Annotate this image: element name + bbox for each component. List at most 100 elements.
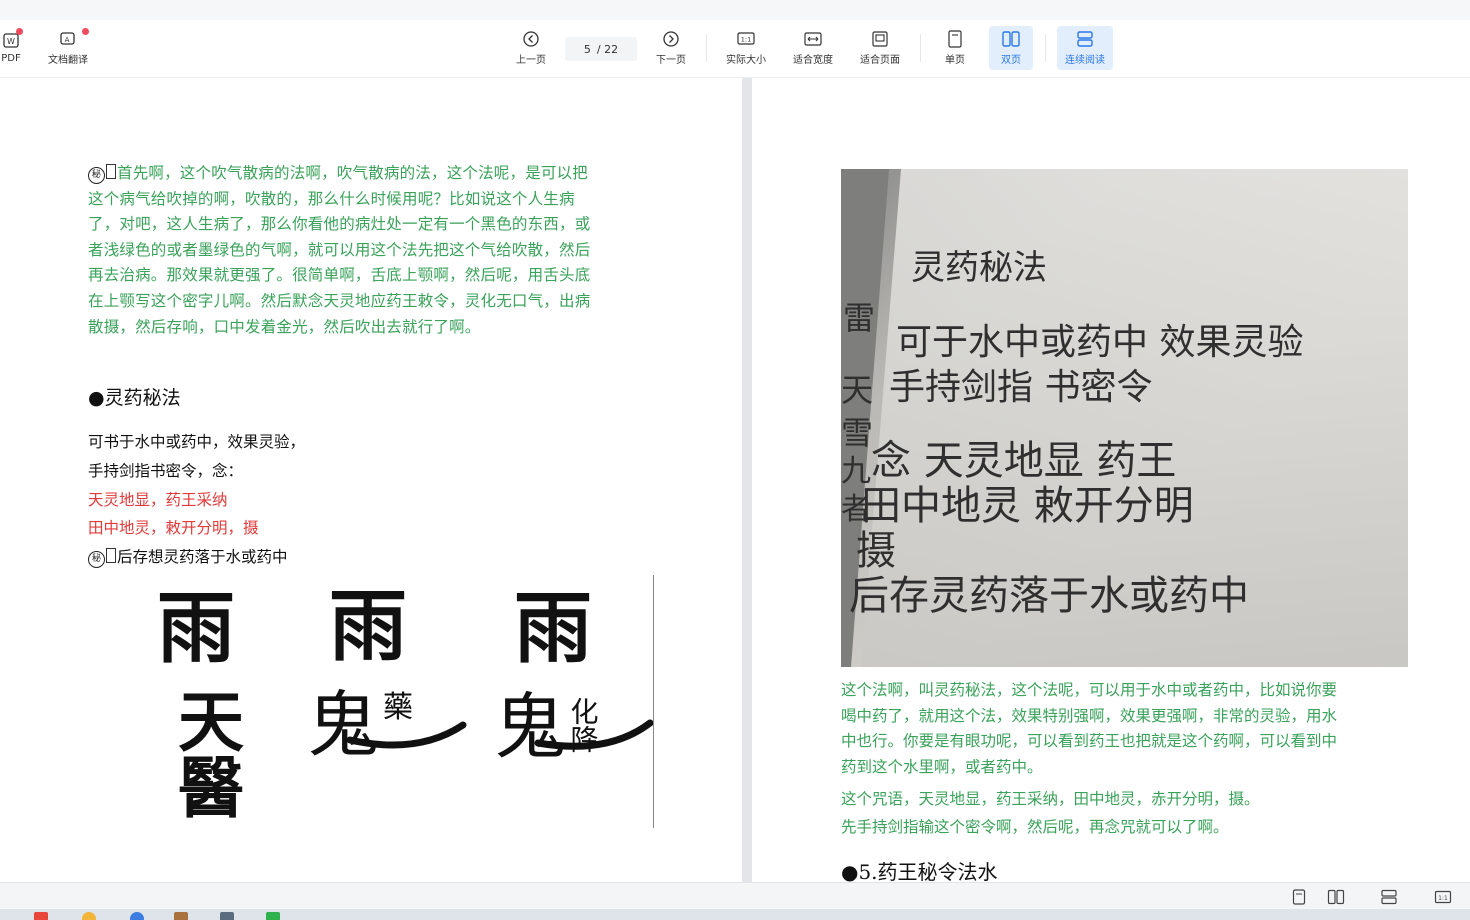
spell-line: 手持剑指书密令，念： [88, 461, 244, 480]
app-icon[interactable] [220, 912, 234, 920]
app-icon[interactable] [34, 912, 48, 920]
page-indicator[interactable]: 5 / 22 [565, 37, 637, 61]
double-page-icon[interactable] [1327, 888, 1345, 906]
toolbar-divider [706, 34, 707, 62]
single-page-label: 单页 [945, 55, 965, 66]
actual-size-label: 实际大小 [726, 55, 766, 66]
translate-icon: A [59, 30, 77, 48]
continuous-icon[interactable] [1380, 888, 1398, 906]
next-page-button[interactable]: 下一页 [648, 26, 694, 70]
single-page-button[interactable]: 单页 [933, 26, 977, 70]
photo-edge-char: 天 [841, 371, 873, 409]
page-gutter [742, 78, 752, 882]
photo-line: 灵药秘法 [911, 248, 1047, 288]
app-icon[interactable] [82, 912, 96, 920]
fit-page-icon [870, 30, 890, 48]
svg-text:1:1: 1:1 [1438, 895, 1448, 902]
explanation-paragraph: 这个法啊，叫灵药秘法，这个法呢，可以用于水中或者药中，比如说你要 喝中药了，就用… [841, 678, 1411, 780]
toolbar-divider [920, 34, 921, 62]
glyph-bottom: 天醫 [167, 687, 245, 819]
intro-paragraph: 秘首先啊，这个吹气散病的法啊，吹气散病的法，这个法呢，是可以把 这个病气给吹掉的… [88, 161, 653, 340]
section-heading: ●灵药秘法 [88, 387, 181, 409]
incantation-note: 这个咒语，天灵地显，药王采纳，田中地灵，赤开分明，摄。 [841, 790, 1260, 808]
intro-line: 散摄，然后存响，口中发着金光，然后吹出去就行了啊。 [88, 317, 481, 336]
instruction-note: 先手持剑指输这个密令啊，然后呢，再念咒就可以了啊。 [841, 818, 1229, 836]
doc-translate-label: 文档翻译 [48, 55, 88, 66]
total-pages: / 22 [596, 42, 619, 56]
svg-text:A: A [65, 36, 70, 44]
glyph-top: 雨 [157, 583, 235, 674]
svg-text:1:1: 1:1 [741, 36, 751, 44]
handwritten-note-photo: 灵药秘法 可于水中或药中 效果灵验 手持剑指 书密令 念 天灵地显 药王 田中地… [841, 169, 1408, 667]
spell-lines: 可书于水中或药中，效果灵验， 手持剑指书密令，念： 天灵地显，药王采纳 田中地灵… [88, 428, 305, 572]
prev-page-button[interactable]: 上一页 [508, 26, 554, 70]
missing-glyph-box [106, 548, 116, 564]
intro-line: 这个病气给吹掉的啊，吹散的，那么什么时候用呢？比如说这个人生病 [88, 189, 575, 208]
double-page-icon [1001, 30, 1021, 48]
document-page-left: 秘首先啊，这个吹气散病的法啊，吹气散病的法，这个法呢，是可以把 这个病气给吹掉的… [0, 78, 742, 882]
fit-width-icon [803, 30, 823, 48]
current-page-number[interactable]: 5 [584, 43, 591, 56]
actual-size-button[interactable]: 1:1 实际大小 [718, 26, 774, 70]
intro-line: 者浅绿色的或者墨绿色的气啊，就可以用这个法先把这个气给吹散，然后 [88, 240, 591, 259]
seal-icon: 秘 [88, 551, 105, 569]
photo-edge-char: 雪 [841, 414, 873, 452]
photo-line: 可于水中或药中 效果灵验 [896, 322, 1303, 363]
photo-line: 摄 [856, 528, 896, 574]
notification-badge [16, 28, 23, 35]
notification-badge [82, 28, 89, 35]
fit-width-button[interactable]: 适合宽度 [785, 26, 841, 70]
incantation-line: 田中地灵，敕开分明，摄 [88, 519, 259, 538]
section-heading: ●5.药王秘令法水 [841, 860, 998, 882]
app-icon[interactable] [266, 912, 280, 920]
photo-line: 手持剑指 书密令 [889, 367, 1152, 408]
continuous-read-label: 连续阅读 [1065, 55, 1105, 66]
reader-status-bar: 1:1 [0, 882, 1470, 910]
window-top-strip [0, 0, 1470, 20]
intro-line: 秘首先啊，这个吹气散病的法啊，吹气散病的法，这个法呢，是可以把 [88, 161, 653, 187]
toolbar-divider [1045, 34, 1046, 62]
seal-icon: 秘 [88, 167, 105, 184]
os-taskbar [0, 909, 1470, 920]
fit-width-label: 适合宽度 [793, 55, 833, 66]
photo-edge-char: 九 [841, 454, 871, 489]
intro-line: 再去治病。那效果就更强了。很简单啊，舌底上颚啊，然后呢，用舌头底 [88, 266, 591, 285]
continuous-icon [1075, 30, 1095, 48]
photo-line: 念 天灵地显 药王 [871, 438, 1176, 484]
app-icon[interactable] [130, 912, 144, 920]
fit-page-button[interactable]: 适合页面 [852, 26, 908, 70]
photo-line: 后存灵药落于水或药中 [849, 573, 1249, 619]
actual-size-icon: 1:1 [736, 30, 756, 48]
double-page-button[interactable]: 双页 [989, 26, 1033, 70]
photo-edge-char: 雷 [843, 299, 875, 337]
missing-glyph-box [106, 164, 116, 179]
glyph-top: 雨 [329, 581, 407, 672]
chevron-left-circle-icon [522, 30, 540, 48]
spell-line: 可书于水中或药中，效果灵验， [88, 433, 306, 451]
app-icon[interactable] [174, 912, 188, 920]
image-border [653, 575, 654, 828]
photo-line: 田中地灵 敕开分明 [861, 483, 1194, 529]
glyph-top: 雨 [514, 583, 592, 674]
next-page-label: 下一页 [656, 55, 686, 66]
actual-size-icon[interactable]: 1:1 [1434, 888, 1452, 906]
single-page-icon[interactable] [1290, 888, 1308, 906]
glyph-bottom: 鬼 [307, 683, 379, 767]
fit-page-label: 适合页面 [860, 55, 900, 66]
double-page-label: 双页 [1001, 55, 1021, 66]
chevron-right-circle-icon [662, 30, 680, 48]
svg-text:W: W [7, 37, 15, 46]
document-page-right: 灵药秘法 可于水中或药中 效果灵验 手持剑指 书密令 念 天灵地显 药王 田中地… [752, 78, 1470, 882]
intro-line: 在上颚写这个密字儿啊。然后默念天灵地应药王敕令，灵化无口气，出病 [88, 291, 591, 310]
intro-line: 了，对吧，这人生病了，那么你看他的病灶处一定有一个黑色的东西，或 [88, 215, 591, 234]
incantation-line: 天灵地显，药王采纳 [88, 490, 228, 509]
spell-line: 秘后存想灵药落于水或药中 [88, 543, 305, 572]
to-pdf-button[interactable]: W PDF [0, 26, 28, 70]
photo-edge-char: 者 [841, 492, 871, 527]
doc-translate-button[interactable]: A 文档翻译 [42, 26, 94, 70]
glyph-inner: 藥 [383, 690, 413, 725]
prev-page-label: 上一页 [516, 55, 546, 66]
continuous-read-button[interactable]: 连续阅读 [1057, 26, 1113, 70]
glyph-bottom: 鬼 [494, 685, 566, 769]
explanation-line: 喝中药了，就用这个法，效果特别强啊，效果更强啊，非常的灵验，用水 [841, 706, 1338, 725]
